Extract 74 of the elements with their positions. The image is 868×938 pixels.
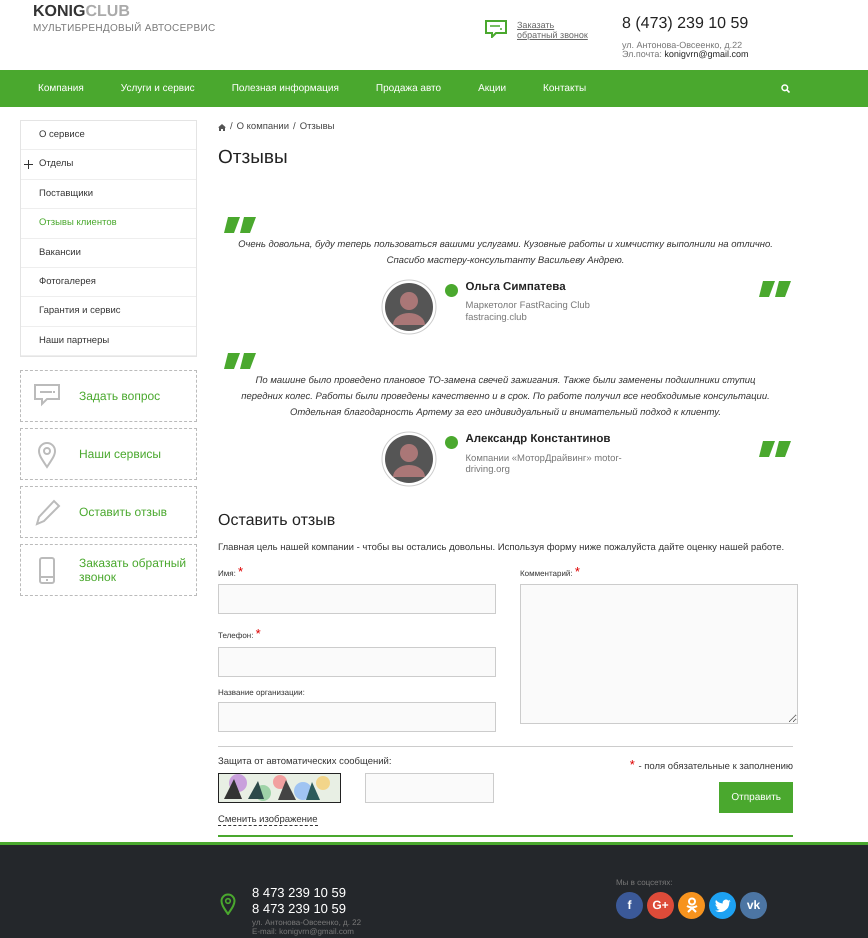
sidebar-action-link[interactable]: Наши сервисы bbox=[20, 428, 197, 480]
quote-icon bbox=[224, 353, 256, 370]
sidebar-action-link[interactable]: Оставить отзыв bbox=[20, 486, 197, 538]
logo-text: KONIG bbox=[33, 3, 86, 20]
home-icon[interactable] bbox=[218, 124, 226, 131]
reviewer-role: Компании «МоторДрайвинг» motor-driving.org bbox=[466, 452, 623, 476]
reviewer-role: Маркетолог FastRacing Club fastracing.club bbox=[466, 300, 591, 324]
sidebar-item[interactable]: Фотогалерея bbox=[21, 268, 196, 298]
quote-icon bbox=[224, 216, 256, 233]
breadcrumb-separator: / bbox=[230, 120, 233, 134]
footer-address: ул. Антонова-Овсеенко, д. 22 bbox=[252, 918, 362, 928]
review-text: По машине было проведено плановое ТО-замена свечей зажигания. Также были заменены подшипники ступиц передних колес. Работы были проведены качественно и в срок. По работе получил все необходимые консультации. Отдельная благодарность Артему за его индивидуальный и внимательный подход к клиенту. bbox=[240, 374, 771, 420]
submit-button[interactable]: Отправить bbox=[719, 782, 793, 814]
breadcrumb-link[interactable]: Отзывы bbox=[300, 120, 334, 134]
breadcrumb-link[interactable]: О компании bbox=[236, 120, 290, 134]
captcha-label: Защита от автоматических сообщений: bbox=[218, 754, 392, 769]
field-label: Название организации: bbox=[218, 686, 306, 699]
form-title: Оставить отзыв bbox=[218, 511, 336, 532]
captcha-field[interactable] bbox=[365, 772, 494, 803]
nav-link[interactable]: Услуги и сервис bbox=[120, 81, 195, 96]
reviewer-name: Александр Константинов bbox=[466, 432, 612, 448]
email-link[interactable]: konigvrn@gmail.com bbox=[664, 49, 748, 60]
tagline: МУЛЬТИБРЕНДОВЫЙ АВТОСЕРВИС bbox=[33, 21, 216, 36]
field-label: Комментарий: * bbox=[520, 562, 581, 581]
nav-link[interactable]: Продажа авто bbox=[376, 81, 442, 96]
page-title: Отзывы bbox=[218, 146, 289, 170]
form-intro: Главная цель нашей компании - чтобы вы остались довольны. Используя форму ниже пожалуйста дайте оценку нашей работе. bbox=[218, 541, 786, 556]
nav-link[interactable]: Контакты bbox=[543, 81, 586, 96]
logo-text: CLUB bbox=[85, 3, 130, 20]
sidebar-action-link[interactable]: Задать вопрос bbox=[20, 370, 197, 422]
footer-phone: 8 473 239 10 59 bbox=[252, 885, 347, 902]
footer-email: E-mail: konigvrn@gmail.com bbox=[252, 927, 355, 937]
search-icon[interactable] bbox=[781, 84, 790, 93]
nav-link[interactable]: Акции bbox=[478, 81, 506, 96]
breadcrumb-separator: / bbox=[293, 120, 296, 134]
status-dot bbox=[444, 436, 458, 450]
plus-icon[interactable] bbox=[24, 160, 33, 170]
field-label: Телефон: * bbox=[218, 625, 262, 644]
sidebar-item[interactable]: Вакансии bbox=[21, 238, 196, 268]
sidebar-item[interactable]: Наши партнеры bbox=[21, 326, 196, 356]
map-pin-icon bbox=[220, 893, 236, 915]
footer-phone: 8 473 239 10 59 bbox=[252, 901, 347, 918]
input-field[interactable] bbox=[218, 646, 496, 677]
sidebar-item[interactable]: Гарантия и сервис bbox=[21, 297, 196, 327]
input-field[interactable] bbox=[218, 584, 496, 614]
avatar bbox=[380, 431, 436, 488]
input-field[interactable] bbox=[218, 702, 496, 732]
quote-icon bbox=[759, 281, 791, 298]
callback-link[interactable]: Заказать обратный звонок bbox=[517, 20, 588, 41]
reviewer-name: Ольга Симпатева bbox=[466, 280, 567, 296]
sidebar-action-link[interactable]: Заказать обратный звонок bbox=[20, 544, 197, 596]
sidebar-item[interactable]: О сервисе bbox=[21, 121, 196, 150]
comment-field[interactable] bbox=[520, 584, 798, 724]
change-image-link[interactable]: Сменить изображение bbox=[218, 814, 318, 826]
email-label: Эл.почта: bbox=[622, 49, 663, 60]
sidebar-item[interactable]: Отделы bbox=[21, 150, 196, 180]
chat-icon[interactable] bbox=[485, 20, 507, 38]
required-note: * - поля обязательные к заполнению bbox=[630, 756, 793, 774]
social-link[interactable]: vk bbox=[740, 892, 767, 919]
sidebar-item[interactable]: Отзывы клиентов bbox=[21, 209, 196, 239]
phone-number: 8 (473) 239 10 59 bbox=[622, 16, 748, 33]
field-label: Имя: * bbox=[218, 562, 244, 581]
address: ул. Антонова-Овсеенко, д.22 bbox=[622, 40, 744, 50]
avatar bbox=[380, 279, 436, 336]
social-link[interactable]: f bbox=[616, 892, 643, 919]
pencil-icon bbox=[33, 498, 61, 527]
social-link[interactable]: G+ bbox=[647, 892, 674, 919]
social-title: Мы в соцсетях: bbox=[616, 878, 674, 888]
quote-icon bbox=[759, 441, 791, 458]
nav-link[interactable]: Полезная информация bbox=[232, 81, 339, 96]
sidebar-item[interactable]: Поставщики bbox=[21, 180, 196, 210]
status-dot bbox=[444, 284, 458, 298]
nav-link[interactable]: Компания bbox=[38, 81, 84, 96]
review-text: Очень довольна, буду теперь пользоваться вашими услугами. Кузовные работы и химчистку выполнили на отлично. Спасибо мастеру-консультанту Васильеву Андрею. bbox=[237, 238, 774, 268]
